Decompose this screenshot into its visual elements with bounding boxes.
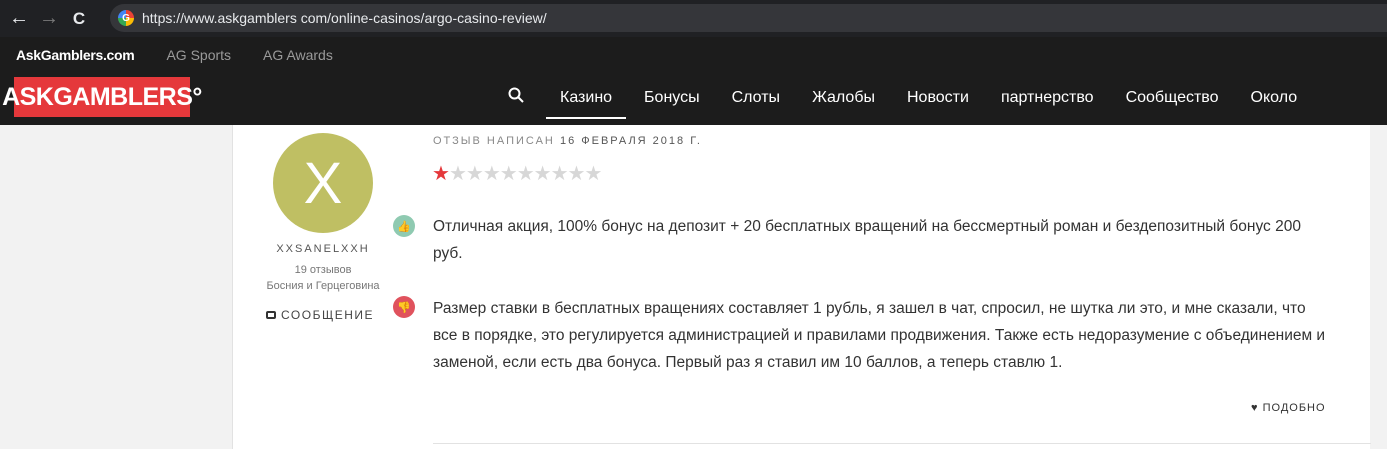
- browser-toolbar: ← → C G https://www.askgamblers com/onli…: [0, 0, 1387, 37]
- thumbs-down-icon: 👎: [393, 296, 415, 318]
- star-icon: ★: [516, 163, 535, 185]
- menu-news[interactable]: Новости: [907, 89, 969, 107]
- back-button[interactable]: ←: [4, 7, 34, 30]
- like-label: ПОДОБНО: [1262, 402, 1326, 414]
- logo[interactable]: ASKGAMBLERS°: [2, 77, 202, 117]
- review-date: ОТЗЫВ НАПИСАН 16 ФЕВРАЛЯ 2018 Г.: [433, 135, 702, 147]
- divider: [433, 443, 1371, 444]
- menu-community[interactable]: Сообщество: [1126, 89, 1219, 107]
- user-country: Босния и Герцеговина: [266, 280, 380, 292]
- star-icon: ★: [448, 163, 467, 185]
- menu-partnership[interactable]: партнерство: [1001, 89, 1094, 107]
- menu-bonuses[interactable]: Бонусы: [644, 89, 700, 107]
- top-link-ag-awards[interactable]: AG Awards: [263, 47, 333, 63]
- star-icon: ★: [567, 163, 586, 185]
- top-link-askgamblers[interactable]: AskGamblers.com: [16, 47, 135, 63]
- message-button[interactable]: СООБЩЕНИЕ: [266, 308, 374, 322]
- menu-complaints[interactable]: Жалобы: [812, 89, 875, 107]
- heart-icon: ♥: [1251, 402, 1259, 414]
- review-count: 19 отзывов: [294, 264, 352, 276]
- star-icon: ★: [465, 163, 484, 185]
- review-pros: Отличная акция, 100% бонус на депозит + …: [433, 218, 1301, 262]
- star-icon: ★: [499, 163, 518, 185]
- main-menu: Казино Бонусы Слоты Жалобы Новости партн…: [508, 87, 1329, 119]
- reload-button[interactable]: C: [64, 9, 94, 29]
- search-icon[interactable]: [508, 87, 526, 108]
- message-label: СООБЩЕНИЕ: [281, 308, 374, 322]
- star-icon: ★: [584, 163, 602, 185]
- review-card: X XXSANELXXH 19 отзывов Босния и Герцего…: [232, 125, 1371, 449]
- star-icon: ★: [482, 163, 501, 185]
- chat-icon: [266, 311, 276, 319]
- date-prefix: ОТЗЫВ НАПИСАН: [433, 135, 555, 147]
- site-header: AskGamblers.com AG Sports AG Awards ASKG…: [0, 37, 1387, 125]
- avatar[interactable]: X: [273, 133, 373, 233]
- date-value: 16 ФЕВРАЛЯ 2018 Г.: [559, 135, 702, 147]
- address-bar[interactable]: G https://www.askgamblers com/online-cas…: [110, 4, 1387, 32]
- star-icon: ★: [550, 163, 569, 185]
- like-button[interactable]: ♥ ПОДОБНО: [1251, 402, 1326, 414]
- thumbs-up-icon: 👍: [393, 215, 415, 237]
- forward-button[interactable]: →: [34, 7, 64, 30]
- menu-about[interactable]: Около: [1251, 89, 1298, 107]
- google-icon: G: [118, 10, 134, 26]
- star-icon: ★: [533, 163, 552, 185]
- menu-casino[interactable]: Казино: [545, 89, 627, 119]
- top-link-ag-sports[interactable]: AG Sports: [166, 47, 231, 63]
- menu-slots[interactable]: Слоты: [732, 89, 780, 107]
- star-icon: ★: [432, 163, 450, 185]
- url-text[interactable]: https://www.askgamblers com/online-casin…: [142, 10, 547, 26]
- rating-stars: ★★★★★★★★★★: [432, 161, 602, 186]
- username[interactable]: XXSANELXXH: [233, 243, 413, 255]
- review-cons: Размер ставки в бесплатных вращениях сос…: [433, 300, 1326, 371]
